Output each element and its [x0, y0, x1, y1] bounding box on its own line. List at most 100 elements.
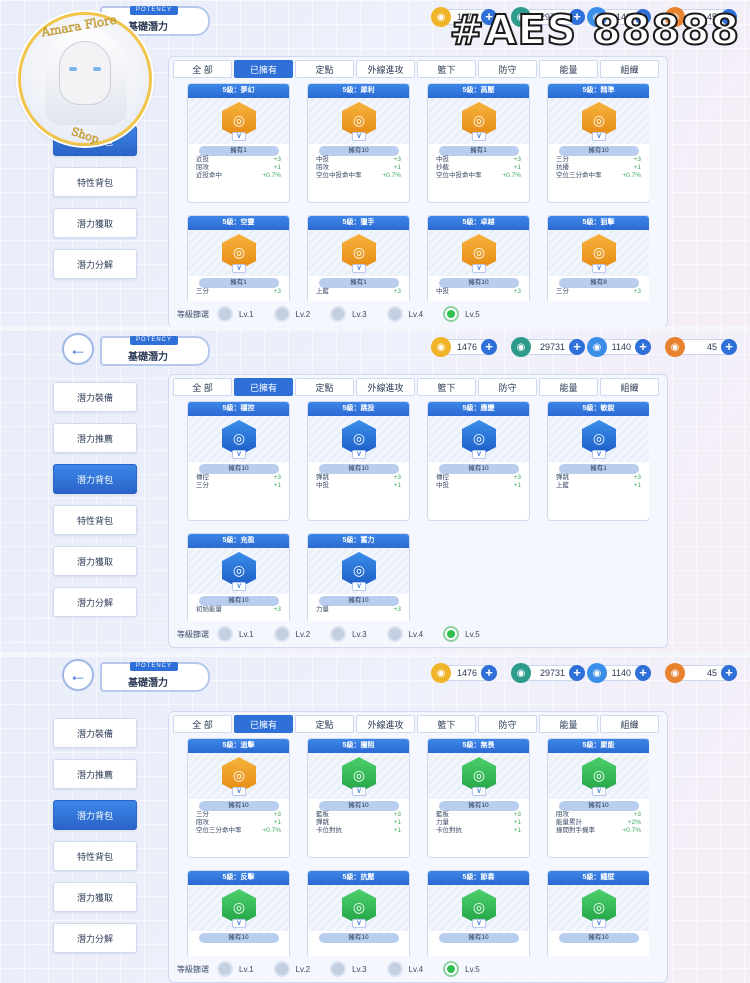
tab-3[interactable]: 定點 — [295, 60, 354, 78]
level-option[interactable]: Lv.1 — [217, 306, 254, 322]
sidebar-item[interactable]: 潛力分解 — [53, 587, 137, 617]
add-currency-button[interactable]: + — [569, 665, 585, 681]
level-radio[interactable] — [443, 306, 460, 322]
potential-card[interactable]: 5級：攔阻 ◎ V 擁有10 籃板 +3 彈跳 +1 卡位對抗 +1 — [307, 738, 410, 858]
tab-3[interactable]: 定點 — [295, 715, 354, 733]
tab-6[interactable]: 防守 — [478, 60, 537, 78]
level-option[interactable]: Lv.2 — [273, 626, 310, 642]
level-radio[interactable] — [330, 626, 347, 642]
add-currency-button[interactable]: + — [721, 339, 737, 355]
tab-5[interactable]: 籃下 — [417, 378, 476, 396]
level-option[interactable]: Lv.1 — [217, 626, 254, 642]
potential-card[interactable]: 5級：精準 ◎ V 擁有10 三分 +3 抗擾 +1 空位三分命中率 +0.7% — [547, 83, 649, 203]
level-option[interactable]: Lv.4 — [386, 961, 423, 977]
potential-card[interactable]: 5級：鐵壁 ◎ V 擁有10 — [547, 870, 649, 956]
potential-card[interactable]: 5級：抗壓 ◎ V 擁有10 — [307, 870, 410, 956]
add-currency-button[interactable]: + — [635, 665, 651, 681]
tab-7[interactable]: 能量 — [539, 715, 598, 733]
level-radio[interactable] — [330, 961, 347, 977]
sidebar-item[interactable]: 潛力分解 — [53, 249, 137, 279]
tab-1[interactable]: 全 部 — [173, 378, 232, 396]
potential-card[interactable]: 5級：夢幻 ◎ V 擁有1 近投 +3 阻攻 +1 近投命中 +0.7% — [187, 83, 290, 203]
sidebar-item[interactable]: 潛力背包 — [53, 464, 137, 494]
potential-card[interactable]: 5級：蓄力 ◎ V 擁有10 力量 +3 — [307, 533, 410, 621]
level-radio[interactable] — [443, 961, 460, 977]
level-option[interactable]: Lv.5 — [443, 306, 480, 322]
level-option[interactable]: Lv.4 — [386, 626, 423, 642]
tab-1[interactable]: 全 部 — [173, 60, 232, 78]
level-radio[interactable] — [330, 306, 347, 322]
add-currency-button[interactable]: + — [481, 665, 497, 681]
sidebar-item[interactable]: 潛力獲取 — [53, 546, 137, 576]
tab-2[interactable]: 已擁有 — [234, 378, 293, 396]
tab-4[interactable]: 外線進攻 — [356, 378, 415, 396]
add-currency-button[interactable]: + — [721, 665, 737, 681]
tab-1[interactable]: 全 部 — [173, 715, 232, 733]
sidebar-item[interactable]: 潛力推薦 — [53, 759, 137, 789]
sidebar-item[interactable]: 潛力背包 — [53, 800, 137, 830]
level-radio[interactable] — [386, 626, 403, 642]
sidebar-item[interactable]: 特性背包 — [53, 841, 137, 871]
potential-card[interactable]: 5級：充盈 ◎ V 擁有10 初始能量 +3 — [187, 533, 290, 621]
level-radio[interactable] — [273, 961, 290, 977]
tab-8[interactable]: 組織 — [600, 715, 659, 733]
back-button[interactable]: ← — [62, 333, 94, 365]
tab-3[interactable]: 定點 — [295, 378, 354, 396]
sidebar-item[interactable]: 潛力獲取 — [53, 208, 137, 238]
level-radio[interactable] — [273, 626, 290, 642]
potential-card[interactable]: 5級：狙擊 ◎ V 擁有8 三分 +3 — [547, 215, 649, 301]
level-option[interactable]: Lv.3 — [330, 306, 367, 322]
potential-card[interactable]: 5級：穩控 ◎ V 擁有10 傳控 +3 三分 +1 — [187, 401, 290, 521]
level-radio[interactable] — [217, 961, 233, 977]
level-radio[interactable] — [386, 306, 403, 322]
level-option[interactable]: Lv.5 — [443, 961, 480, 977]
potential-card[interactable]: 5級：跳投 ◎ V 擁有10 彈跳 +3 中投 +1 — [307, 401, 410, 521]
tab-2[interactable]: 已擁有 — [234, 715, 293, 733]
sidebar-item[interactable]: 潛力推薦 — [53, 423, 137, 453]
potential-card[interactable]: 5級：犀利 ◎ V 擁有10 中投 +3 阻攻 +1 空位中投命中率 +0.7% — [307, 83, 410, 203]
potential-card[interactable]: 5級：追擊 ◎ V 擁有10 三分 +3 阻攻 +1 空位三分命中率 +0.7% — [187, 738, 290, 858]
sidebar-item[interactable]: 特性背包 — [53, 505, 137, 535]
tab-4[interactable]: 外線進攻 — [356, 715, 415, 733]
tab-5[interactable]: 籃下 — [417, 60, 476, 78]
level-option[interactable]: Lv.4 — [386, 306, 423, 322]
tab-2[interactable]: 已擁有 — [234, 60, 293, 78]
back-button[interactable]: ← — [62, 659, 94, 691]
tab-4[interactable]: 外線進攻 — [356, 60, 415, 78]
level-option[interactable]: Lv.3 — [330, 961, 367, 977]
potential-card[interactable]: 5級：無畏 ◎ V 擁有10 籃板 +3 力量 +1 卡位對抗 +1 — [427, 738, 530, 858]
potential-card[interactable]: 5級：節奏 ◎ V 擁有10 — [427, 870, 530, 956]
tab-8[interactable]: 組織 — [600, 60, 659, 78]
level-radio[interactable] — [273, 306, 290, 322]
sidebar-item[interactable]: 潛力分解 — [53, 923, 137, 953]
level-option[interactable]: Lv.2 — [273, 961, 310, 977]
potential-card[interactable]: 5級：卓越 ◎ V 擁有10 中投 +3 — [427, 215, 530, 301]
level-option[interactable]: Lv.3 — [330, 626, 367, 642]
level-option[interactable]: Lv.1 — [217, 961, 254, 977]
tab-7[interactable]: 能量 — [539, 378, 598, 396]
tab-8[interactable]: 組織 — [600, 378, 659, 396]
level-radio[interactable] — [217, 626, 233, 642]
level-option[interactable]: Lv.5 — [443, 626, 480, 642]
add-currency-button[interactable]: + — [569, 339, 585, 355]
sidebar-item[interactable]: 特性背包 — [53, 167, 137, 197]
potential-card[interactable]: 5級：高壓 ◎ V 擁有1 中投 +3 抄截 +1 空位中投命中率 +0.7% — [427, 83, 530, 203]
tab-5[interactable]: 籃下 — [417, 715, 476, 733]
potential-card[interactable]: 5級：聚能 ◎ V 擁有10 阻攻 +3 能量累計 +2% 撞開對手機率 +0.7% — [547, 738, 649, 858]
level-radio[interactable] — [443, 626, 460, 642]
tab-6[interactable]: 防守 — [478, 378, 537, 396]
sidebar-item[interactable]: 潛力獲取 — [53, 882, 137, 912]
potential-card[interactable]: 5級：應變 ◎ V 擁有10 傳控 +3 中投 +1 — [427, 401, 530, 521]
potential-card[interactable]: 5級：獵手 ◎ V 擁有1 上籃 +3 — [307, 215, 410, 301]
potential-card[interactable]: 5級：反擊 ◎ V 擁有10 — [187, 870, 290, 956]
tab-6[interactable]: 防守 — [478, 715, 537, 733]
potential-card[interactable]: 5級：敏銳 ◎ V 擁有1 彈跳 +3 上籃 +1 — [547, 401, 649, 521]
level-option[interactable]: Lv.2 — [273, 306, 310, 322]
potential-card[interactable]: 5級：空靈 ◎ V 擁有1 三分 +3 — [187, 215, 290, 301]
level-radio[interactable] — [386, 961, 403, 977]
add-currency-button[interactable]: + — [635, 339, 651, 355]
level-radio[interactable] — [217, 306, 233, 322]
sidebar-item[interactable]: 潛力裝備 — [53, 382, 137, 412]
sidebar-item[interactable]: 潛力裝備 — [53, 718, 137, 748]
add-currency-button[interactable]: + — [481, 339, 497, 355]
